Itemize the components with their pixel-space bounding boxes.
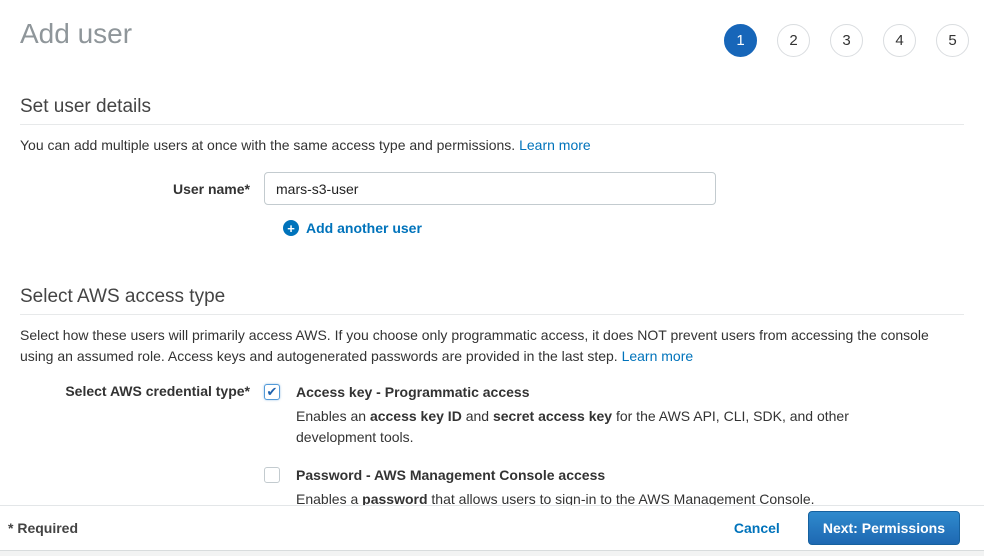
plus-circle-icon: + xyxy=(283,220,299,236)
add-user-wizard-page: Add user 1 2 3 4 5 Set user details You … xyxy=(0,0,984,556)
step-2: 2 xyxy=(777,24,810,57)
step-4: 4 xyxy=(883,24,916,57)
set-user-details-heading: Set user details xyxy=(20,96,964,125)
access-key-checkbox[interactable]: ✔ xyxy=(264,384,280,400)
select-access-type-heading: Select AWS access type xyxy=(20,286,964,315)
description-text: You can add multiple users at once with … xyxy=(20,137,519,153)
step-1-active: 1 xyxy=(724,24,757,57)
access-key-option-description: Enables an access key ID and secret acce… xyxy=(296,406,853,448)
step-5: 5 xyxy=(936,24,969,57)
description-text: Select how these users will primarily ac… xyxy=(20,327,929,364)
desc-bold-text: access key ID xyxy=(370,408,462,424)
username-input[interactable] xyxy=(264,172,716,205)
select-access-type-description: Select how these users will primarily ac… xyxy=(20,325,964,367)
credential-type-label: Select AWS credential type* xyxy=(20,383,250,399)
add-another-user-button[interactable]: + Add another user xyxy=(283,220,964,236)
access-key-option: ✔ Access key - Programmatic access Enabl… xyxy=(264,383,853,448)
password-checkbox[interactable] xyxy=(264,467,280,483)
credential-options: ✔ Access key - Programmatic access Enabl… xyxy=(264,383,853,510)
wizard-step-indicator: 1 2 3 4 5 xyxy=(724,24,969,57)
wizard-footer: * Required Cancel Next: Permissions xyxy=(0,505,984,550)
password-option-body: Password - AWS Management Console access… xyxy=(296,466,815,510)
username-label: User name* xyxy=(20,181,250,197)
checkmark-icon: ✔ xyxy=(267,385,278,398)
password-option-title: Password - AWS Management Console access xyxy=(296,466,815,484)
set-user-details-section: Set user details You can add multiple us… xyxy=(20,96,964,236)
page-header: Add user 1 2 3 4 5 xyxy=(0,0,984,57)
set-user-details-description: You can add multiple users at once with … xyxy=(20,135,964,156)
next-permissions-button[interactable]: Next: Permissions xyxy=(808,511,960,545)
cancel-button[interactable]: Cancel xyxy=(734,520,780,536)
page-title: Add user xyxy=(20,16,132,52)
password-option: Password - AWS Management Console access… xyxy=(264,466,853,510)
select-access-type-section: Select AWS access type Select how these … xyxy=(20,286,964,510)
desc-text: and xyxy=(462,408,493,424)
footer-actions: Cancel Next: Permissions xyxy=(734,511,960,545)
desc-text: Enables an xyxy=(296,408,370,424)
required-note: * Required xyxy=(8,520,78,536)
add-another-user-link[interactable]: Add another user xyxy=(306,220,422,236)
username-row: User name* xyxy=(20,172,964,205)
credential-type-row: Select AWS credential type* ✔ Access key… xyxy=(20,383,964,510)
learn-more-link-user-details[interactable]: Learn more xyxy=(519,137,591,153)
step-3: 3 xyxy=(830,24,863,57)
page-bottom-strip xyxy=(0,550,984,556)
access-key-option-title: Access key - Programmatic access xyxy=(296,383,853,401)
learn-more-link-access-type[interactable]: Learn more xyxy=(622,348,694,364)
access-key-option-body: Access key - Programmatic access Enables… xyxy=(296,383,853,448)
desc-bold-text: secret access key xyxy=(493,408,612,424)
